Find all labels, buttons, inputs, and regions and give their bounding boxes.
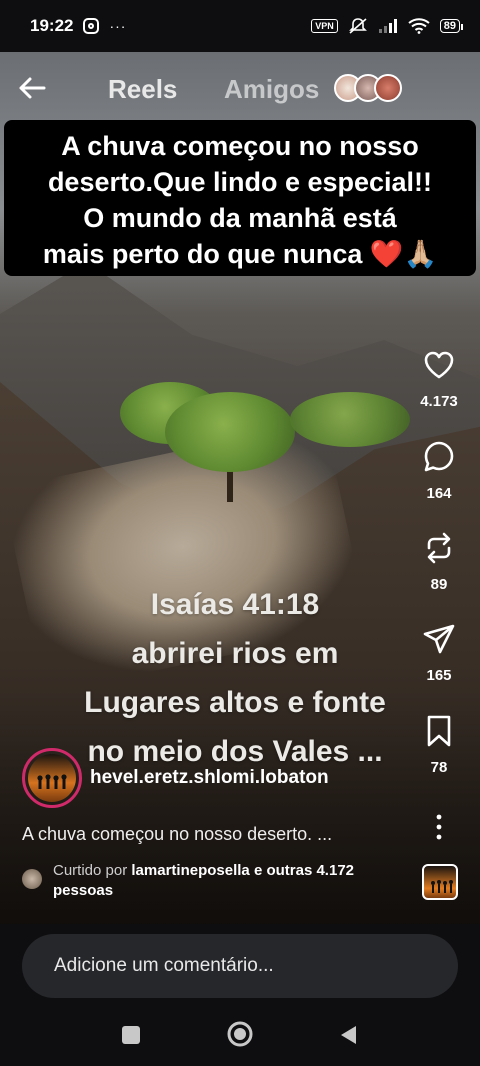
mute-icon bbox=[348, 18, 367, 34]
like-count: 4.173 bbox=[420, 393, 458, 410]
battery-indicator: 89 bbox=[439, 19, 464, 33]
account-avatar[interactable] bbox=[22, 748, 82, 808]
heart-icon bbox=[424, 351, 454, 379]
comment-count: 164 bbox=[426, 485, 452, 502]
comment-icon bbox=[424, 441, 454, 472]
repost-icon bbox=[427, 532, 451, 564]
tab-reels[interactable]: Reels bbox=[108, 74, 177, 105]
friends-avatars[interactable] bbox=[334, 74, 406, 102]
more-vertical-icon bbox=[436, 814, 442, 840]
caption-line: A chuva começou no nosso bbox=[61, 131, 419, 161]
liked-user[interactable]: lamartineposella bbox=[131, 862, 249, 879]
liked-prefix: Curtido por bbox=[53, 862, 128, 879]
instagram-notification-icon bbox=[83, 18, 100, 34]
recent-apps-icon[interactable] bbox=[120, 1024, 142, 1046]
liker-avatar bbox=[22, 869, 42, 889]
verse-line: Isaías 41:18 bbox=[150, 588, 320, 621]
verse-overlay: Isaías 41:18 abrirei rios em Lugares alt… bbox=[60, 580, 410, 776]
save-button[interactable]: 78 bbox=[416, 714, 462, 776]
account-row: hevel.eretz.shlomi.lobaton bbox=[22, 748, 329, 808]
post-description[interactable]: A chuva começou no nosso deserto. ... bbox=[22, 824, 332, 845]
bookmark-icon bbox=[427, 715, 451, 747]
tree bbox=[165, 392, 295, 472]
avatar bbox=[374, 74, 402, 102]
clock: 19:22 bbox=[30, 16, 74, 35]
repost-count: 89 bbox=[430, 576, 448, 593]
caption-line: deserto.Que lindo e especial!! bbox=[47, 167, 433, 197]
home-icon[interactable] bbox=[226, 1020, 254, 1048]
status-bar: 19:22 ··· VPN 89 bbox=[0, 0, 480, 52]
caption-line: O mundo da manhã está bbox=[83, 203, 397, 233]
liked-by[interactable]: Curtido por lamartineposella e outras 4.… bbox=[22, 861, 412, 901]
back-arrow-icon[interactable] bbox=[16, 72, 48, 104]
liked-suffix: e outras bbox=[253, 862, 313, 879]
send-icon bbox=[423, 624, 455, 654]
signal-icon bbox=[378, 19, 397, 33]
comment-input[interactable]: Adicione um comentário... bbox=[22, 934, 458, 998]
comment-button[interactable]: 164 bbox=[416, 440, 462, 502]
wifi-icon bbox=[408, 18, 430, 34]
share-count: 165 bbox=[426, 667, 452, 684]
more-notifications-icon: ··· bbox=[109, 18, 127, 34]
back-nav-icon[interactable] bbox=[338, 1024, 358, 1046]
tree bbox=[290, 392, 410, 447]
verse-line: Lugares altos e fonte bbox=[84, 686, 386, 719]
vpn-icon: VPN bbox=[311, 19, 338, 33]
more-options-button[interactable] bbox=[416, 810, 462, 849]
account-username[interactable]: hevel.eretz.shlomi.lobaton bbox=[90, 767, 329, 789]
caption-overlay: A chuva começou no nosso deserto.Que lin… bbox=[4, 120, 476, 276]
liked-count: 4.172 bbox=[316, 862, 355, 879]
verse-line: abrirei rios em bbox=[131, 637, 339, 670]
audio-thumbnail[interactable] bbox=[422, 864, 458, 900]
save-count: 78 bbox=[430, 759, 448, 776]
caption-line: mais perto do que nunca ❤️🙏🏼 bbox=[42, 239, 438, 269]
liked-tail: pessoas bbox=[53, 882, 114, 899]
tab-friends[interactable]: Amigos bbox=[224, 74, 319, 105]
repost-button[interactable]: 89 bbox=[416, 531, 462, 593]
share-button[interactable]: 165 bbox=[416, 622, 462, 684]
like-button[interactable]: 4.173 bbox=[416, 348, 462, 410]
